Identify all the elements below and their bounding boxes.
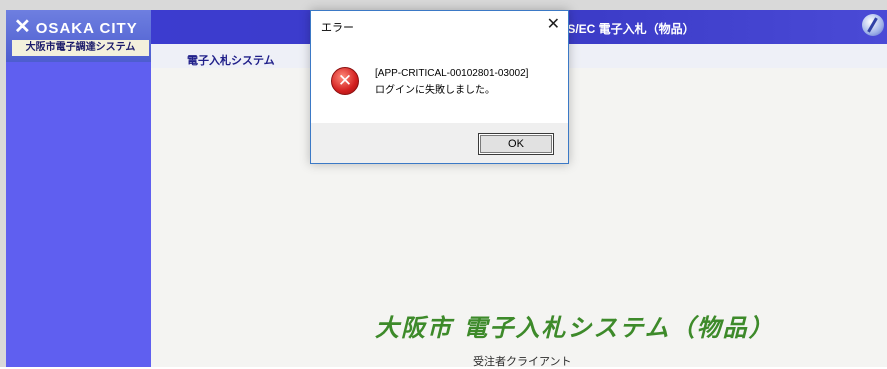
logo-subtitle: 大阪市電子調達システム: [12, 40, 149, 56]
ok-button[interactable]: OK: [478, 133, 554, 155]
tab-electronic-bidding[interactable]: 電子入札システム: [187, 52, 275, 68]
error-code-text: [APP-CRITICAL-00102801-03002]: [375, 68, 529, 79]
dialog-title: エラー: [321, 21, 354, 34]
header-title: LS/EC 電子入札（物品）: [560, 22, 695, 36]
dialog-footer: OK: [311, 123, 568, 163]
close-icon[interactable]: ✕: [547, 14, 560, 33]
x-logo-icon: ✕: [14, 16, 32, 38]
logo-text: OSAKA CITY: [35, 20, 138, 37]
header-globe-icon[interactable]: [862, 14, 884, 36]
error-message-text: ログインに失敗しました。: [375, 85, 495, 96]
osaka-city-logo: ✕ OSAKA CITY 大阪市電子調達システム: [6, 10, 151, 62]
left-sidebar: [6, 10, 151, 367]
error-dialog: エラー ✕ ✕ [APP-CRITICAL-00102801-03002] ログ…: [310, 10, 569, 164]
page-title: 大阪市 電子入札システム（物品）: [375, 313, 775, 342]
error-icon: ✕: [331, 67, 359, 95]
